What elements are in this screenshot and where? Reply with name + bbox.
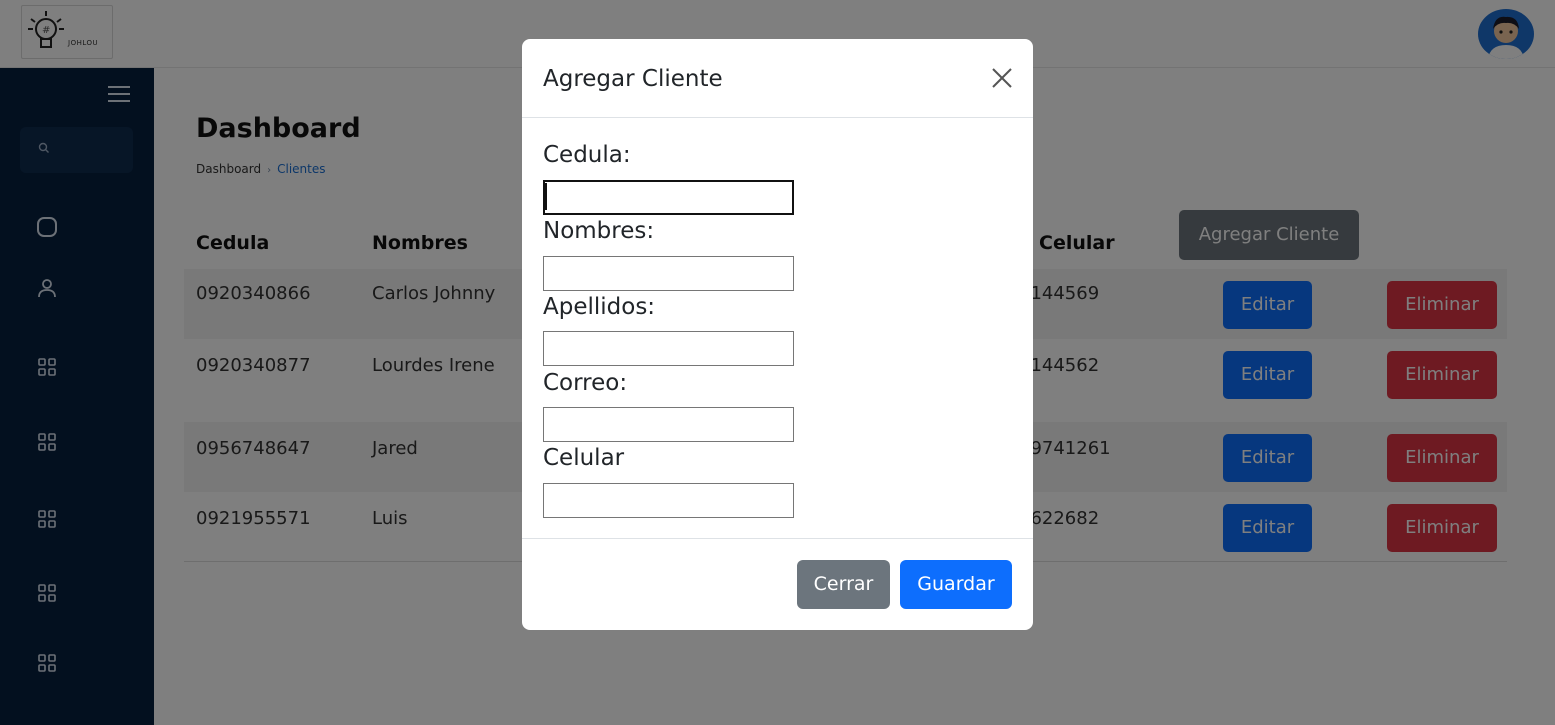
modal-footer-divider [522,538,1033,539]
cedula-input[interactable] [543,180,794,215]
celular-input[interactable] [543,483,794,518]
close-icon[interactable] [988,64,1016,92]
cedula-label: Cedula: [543,142,631,168]
modal-title: Agregar Cliente [543,66,723,92]
apellidos-label: Apellidos: [543,294,656,320]
add-client-modal: Agregar Cliente Cedula: Nombres: Apellid… [522,39,1033,630]
nombres-label: Nombres: [543,218,655,244]
modal-header-divider [522,117,1033,118]
correo-input[interactable] [543,407,794,442]
correo-label: Correo: [543,370,628,396]
apellidos-input[interactable] [543,331,794,366]
close-button[interactable]: Cerrar [797,560,890,609]
text-caret [545,183,547,210]
save-button[interactable]: Guardar [900,560,1012,609]
celular-label: Celular [543,445,625,471]
nombres-input[interactable] [543,256,794,291]
